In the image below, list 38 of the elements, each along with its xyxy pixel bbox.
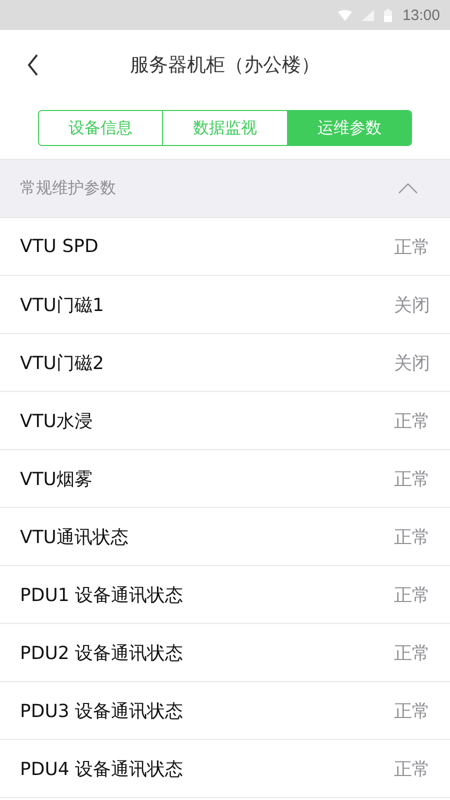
list-row[interactable]: VTU门磁1 关闭 <box>0 276 450 334</box>
row-label: PDU1 设备通讯状态 <box>20 584 184 606</box>
section-title: 常规维护参数 <box>20 178 116 199</box>
row-label: PDU2 设备通讯状态 <box>20 642 184 664</box>
list-row[interactable]: PDU1 设备通讯状态 正常 <box>0 566 450 624</box>
status-time: 13:00 <box>402 6 440 24</box>
row-value: 关闭 <box>394 294 430 316</box>
page-title: 服务器机柜（办公楼） <box>130 53 320 78</box>
list-row[interactable]: VTU SPD 正常 <box>0 218 450 276</box>
row-label: VTU门磁2 <box>20 352 104 374</box>
row-label: VTU水浸 <box>20 410 92 432</box>
row-value: 正常 <box>394 410 430 432</box>
row-value: 关闭 <box>394 352 430 374</box>
row-label: VTU门磁1 <box>20 294 104 316</box>
list-row[interactable]: VTU通讯状态 正常 <box>0 508 450 566</box>
battery-icon <box>384 8 392 22</box>
row-value: 正常 <box>394 584 430 606</box>
list-row[interactable]: PDU2 设备通讯状态 正常 <box>0 624 450 682</box>
row-value: 正常 <box>394 468 430 490</box>
chevron-up-icon <box>398 183 418 194</box>
list-row[interactable]: VTU门磁2 关闭 <box>0 334 450 392</box>
row-value: 正常 <box>394 700 430 722</box>
wifi-icon <box>338 10 352 20</box>
back-icon[interactable] <box>27 54 39 76</box>
row-value: 正常 <box>394 236 430 258</box>
row-label: PDU3 设备通讯状态 <box>20 700 184 722</box>
signal-icon <box>362 10 374 20</box>
list-row[interactable]: VTU水浸 正常 <box>0 392 450 450</box>
list-row[interactable]: VTU烟雾 正常 <box>0 450 450 508</box>
row-value: 正常 <box>394 526 430 548</box>
row-label: VTU通讯状态 <box>20 526 128 548</box>
row-label: VTU烟雾 <box>20 468 92 490</box>
row-label: PDU4 设备通讯状态 <box>20 758 184 780</box>
list-row[interactable]: PDU4 设备通讯状态 正常 <box>0 740 450 798</box>
row-label: VTU SPD <box>20 236 98 257</box>
row-value: 正常 <box>394 642 430 664</box>
list-row[interactable]: PDU3 设备通讯状态 正常 <box>0 682 450 740</box>
row-value: 正常 <box>394 758 430 780</box>
